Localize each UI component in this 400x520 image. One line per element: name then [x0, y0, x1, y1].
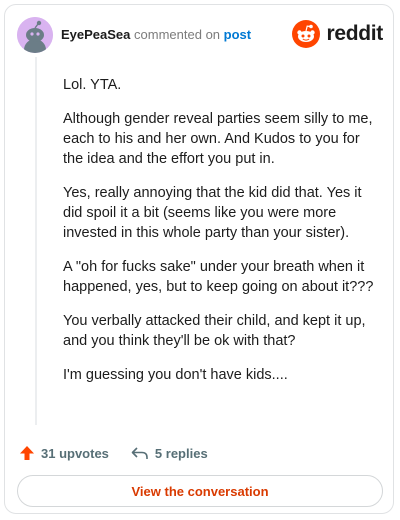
comment-paragraph: A "oh for fucks sake" under your breath … — [63, 259, 374, 295]
comment-paragraph: You verbally attacked their child, and k… — [63, 313, 366, 349]
reply-arrow-icon — [131, 447, 148, 459]
comment-paragraph: Lol. YTA. — [63, 77, 122, 93]
username-link[interactable]: EyePeaSea — [61, 27, 130, 42]
reddit-wordmark: reddit — [326, 22, 383, 45]
user-avatar[interactable] — [17, 17, 53, 53]
comment-paragraph: Although gender reveal parties seem sill… — [63, 111, 373, 167]
comment-meta: EyePeaSea commented on post — [61, 27, 251, 42]
replies-count: 5 replies — [154, 445, 208, 461]
comment-actions: 31 upvotes 5 replies — [19, 443, 230, 463]
comment-body: Lol. YTA. Although gender reveal parties… — [63, 75, 381, 399]
comment-header: EyePeaSea commented on post reddit — [17, 17, 383, 53]
upvote-count: 31 upvotes — [41, 445, 109, 461]
comment-paragraph: I'm guessing you don't have kids.... — [63, 367, 288, 383]
upvote-button[interactable]: 31 upvotes — [19, 445, 109, 461]
reddit-brand[interactable]: reddit — [292, 19, 383, 49]
thread-line — [35, 57, 37, 425]
reddit-logo-icon — [292, 20, 321, 48]
post-link[interactable]: post — [224, 27, 251, 42]
replies-button[interactable]: 5 replies — [131, 445, 208, 461]
comment-paragraph: Yes, really annoying that the kid did th… — [63, 185, 362, 241]
action-text: commented on — [134, 27, 221, 42]
upvote-arrow-icon — [20, 446, 34, 460]
comment-card: EyePeaSea commented on post reddit Lol. … — [4, 4, 394, 514]
view-conversation-button[interactable]: View the conversation — [17, 475, 383, 507]
